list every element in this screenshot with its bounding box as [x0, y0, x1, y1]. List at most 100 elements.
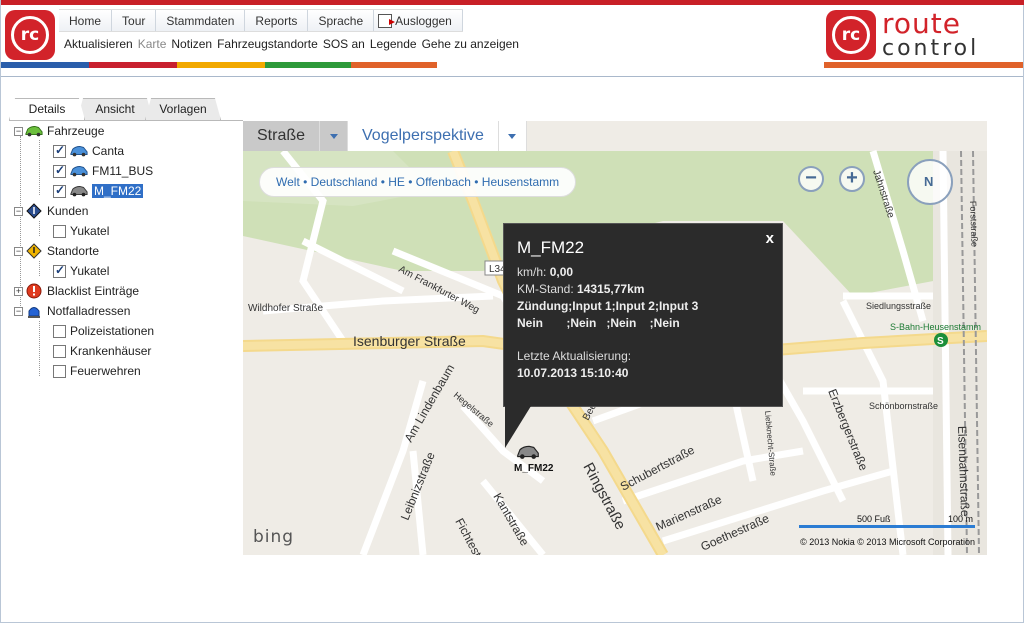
collapse-icon[interactable]: −	[14, 306, 23, 316]
tree-label: Canta	[92, 144, 125, 158]
tree-item-fm11-bus[interactable]: FM11_BUS	[53, 162, 153, 180]
vehicle-marker-icon[interactable]	[516, 444, 540, 460]
menu-logout[interactable]: Ausloggen	[374, 10, 463, 31]
car-icon	[70, 166, 88, 177]
tree-item-m-fm22[interactable]: M_FM22	[53, 182, 144, 200]
tree-node-blacklist[interactable]: + Blacklist Einträge	[14, 282, 139, 300]
siren-icon	[28, 307, 40, 318]
map-view-tabs: Straße Vogelperspektive	[243, 121, 527, 151]
tree-item-polizei[interactable]: Polizeistationen	[53, 322, 154, 340]
checkbox[interactable]	[53, 344, 66, 358]
collapse-icon[interactable]: −	[14, 246, 23, 256]
zoom-in-button[interactable]: +	[839, 166, 865, 192]
tree-node-notfalladressen[interactable]: − Notfalladressen	[14, 302, 130, 320]
tree-label: Notfalladressen	[47, 304, 131, 318]
color-stripe-yellow	[177, 62, 265, 68]
collapse-icon[interactable]: −	[14, 206, 23, 216]
logout-icon	[378, 13, 396, 28]
popup-inputs-header: Zündung;Input 1;Input 2;Input 3	[517, 299, 699, 313]
header-divider	[1, 76, 1023, 77]
tree-label: Yukatel	[70, 264, 110, 278]
breadcrumb[interactable]: Welt • Deutschland • HE • Offenbach • He…	[259, 167, 577, 197]
tree-label: Blacklist Einträge	[47, 284, 140, 298]
tree-node-fahrzeuge[interactable]: − Fahrzeuge	[14, 122, 104, 140]
checkbox[interactable]	[53, 364, 66, 378]
bing-logo: bing	[253, 527, 295, 547]
map-copyright: © 2013 Nokia © 2013 Microsoft Corporatio…	[800, 537, 975, 547]
checkbox[interactable]	[53, 324, 66, 338]
toolbar-sos[interactable]: SOS an	[323, 37, 365, 51]
menu-sprache[interactable]: Sprache	[308, 10, 375, 31]
tab-vogelperspektive[interactable]: Vogelperspektive	[348, 121, 499, 151]
zoom-out-button[interactable]: −	[798, 166, 824, 192]
main-menu: Home Tour Stammdaten Reports Sprache Aus…	[59, 9, 463, 32]
tree-node-standorte[interactable]: − Standorte	[14, 242, 99, 260]
tree-label: Yukatel	[70, 224, 110, 238]
map-label: Schönbornstraße	[869, 401, 938, 411]
tree-label: M_FM22	[92, 184, 144, 198]
top-stripe	[1, 0, 1024, 5]
checkbox[interactable]	[53, 183, 66, 198]
tab-vorlagen[interactable]: Vorlagen	[145, 98, 221, 120]
map-label: Am Lindenbaum	[401, 362, 457, 445]
checkbox[interactable]	[53, 224, 66, 238]
route-control-logo: rc route control	[826, 9, 1004, 61]
tree-item-yukatel-kunden[interactable]: Yukatel	[53, 222, 109, 240]
chevron-down-icon[interactable]	[320, 121, 349, 151]
toolbar: Aktualisieren Karte Notizen Fahrzeugstan…	[64, 37, 519, 51]
map-label: Kantstraße	[490, 491, 532, 549]
map-view[interactable]: S Isenburger Straße Ringstraße Am Frankf…	[243, 121, 987, 555]
tree-item-krankenhaeuser[interactable]: Krankenhäuser	[53, 342, 151, 360]
tree-item-yukatel-standorte[interactable]: Yukatel	[53, 262, 109, 280]
toolbar-vehicle-locations[interactable]: Fahrzeugstandorte	[217, 37, 318, 51]
warning-diamond-icon	[26, 243, 42, 259]
expand-icon[interactable]: +	[14, 286, 23, 296]
tree-item-feuerwehren[interactable]: Feuerwehren	[53, 362, 141, 380]
panel-tabs: Details Ansicht Vorlagen	[9, 98, 221, 120]
color-stripe-red	[89, 62, 177, 68]
vehicle-info-popup: x M_FM22 km/h: 0,00 KM-Stand: 14315,77km…	[503, 223, 783, 407]
toolbar-legend[interactable]: Legende	[370, 37, 417, 51]
tree-label: Kunden	[47, 204, 89, 218]
toolbar-goto[interactable]: Gehe zu anzeigen	[422, 37, 519, 51]
vehicle-marker-label: M_FM22	[514, 463, 554, 474]
tree-label: Standorte	[47, 244, 100, 258]
close-icon[interactable]: x	[766, 230, 774, 247]
menu-tour[interactable]: Tour	[112, 10, 157, 31]
chevron-down-icon[interactable]	[498, 121, 527, 151]
tree-label: Fahrzeuge	[47, 124, 105, 138]
checkbox[interactable]	[53, 263, 66, 278]
checkbox[interactable]	[53, 163, 66, 178]
map-label: Forststraße	[968, 201, 980, 247]
toolbar-refresh[interactable]: Aktualisieren	[64, 37, 133, 51]
color-stripe-blue	[1, 62, 89, 68]
tab-details[interactable]: Details	[9, 98, 85, 120]
rc-logo-icon[interactable]: rc	[5, 10, 55, 60]
tab-ansicht[interactable]: Ansicht	[77, 98, 153, 120]
menu-stammdaten[interactable]: Stammdaten	[156, 10, 246, 31]
toolbar-map[interactable]: Karte	[138, 37, 167, 51]
brand-text-control: control	[882, 36, 980, 61]
popup-inputs-values: Nein ;Nein ;Nein ;Nein	[517, 316, 680, 330]
car-icon	[25, 126, 43, 137]
tree-label: FM11_BUS	[92, 164, 154, 178]
map-label: Wildhofer Straße	[248, 303, 323, 314]
color-stripe-right	[824, 62, 1023, 68]
menu-home[interactable]: Home	[59, 10, 113, 31]
map-label: Ringstraße	[579, 460, 628, 533]
tree-item-canta[interactable]: Canta	[53, 142, 124, 160]
checkbox[interactable]	[53, 143, 66, 158]
diamond-icon	[26, 203, 42, 219]
tree-node-kunden[interactable]: − Kunden	[14, 202, 88, 220]
map-label: Isenburger Straße	[353, 333, 466, 349]
tree-label: Polizeistationen	[70, 324, 155, 338]
brand-text-route: route	[882, 7, 961, 40]
menu-reports[interactable]: Reports	[245, 10, 309, 31]
collapse-icon[interactable]: −	[14, 126, 23, 136]
car-icon	[70, 146, 88, 157]
color-stripe-orange	[351, 62, 437, 68]
tab-strasse[interactable]: Straße	[243, 121, 321, 151]
toolbar-notes[interactable]: Notizen	[171, 37, 212, 51]
brand-mark-icon: rc	[826, 10, 876, 60]
compass-icon[interactable]: N	[907, 159, 953, 205]
